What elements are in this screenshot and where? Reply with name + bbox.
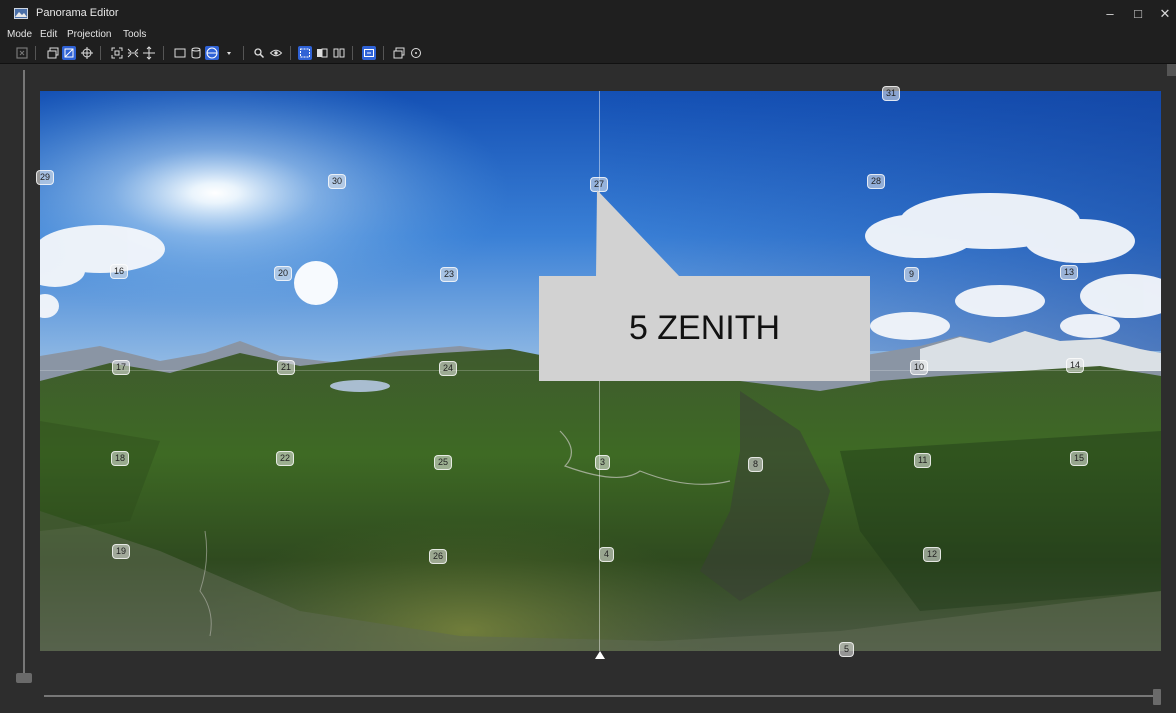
control-point[interactable]: 16	[110, 264, 129, 279]
control-point[interactable]: 20	[274, 266, 293, 281]
control-point[interactable]: 15	[1070, 451, 1089, 466]
control-point[interactable]: 11	[914, 453, 932, 468]
control-point[interactable]: 23	[440, 267, 459, 282]
menu-tools[interactable]: Tools	[123, 29, 146, 40]
window-title: Panorama Editor	[36, 7, 119, 19]
help-icon[interactable]	[409, 46, 423, 60]
center-marker-icon[interactable]	[595, 651, 605, 659]
app-icon	[14, 8, 28, 19]
control-point[interactable]: 24	[439, 361, 458, 376]
toolbar	[0, 43, 1176, 64]
maximize-button[interactable]: □	[1125, 4, 1151, 24]
book-icon[interactable]	[332, 46, 346, 60]
crop-icon[interactable]	[298, 46, 312, 60]
preview-icon[interactable]	[15, 46, 29, 60]
panorama-mode-icon[interactable]	[46, 46, 60, 60]
close-button[interactable]: ✕	[1152, 4, 1176, 24]
equirectangular-icon[interactable]	[205, 46, 219, 60]
toolbar-separator	[100, 46, 101, 60]
menu-bar: Mode Edit Projection Tools	[0, 28, 1176, 43]
menu-projection[interactable]: Projection	[67, 29, 111, 40]
toolbar-separator	[35, 46, 36, 60]
menu-mode[interactable]: Mode	[7, 29, 32, 40]
move-icon[interactable]	[80, 46, 94, 60]
toolbar-separator	[352, 46, 353, 60]
control-point[interactable]: 21	[277, 360, 296, 375]
control-point[interactable]: 19	[112, 544, 131, 559]
control-point[interactable]: 10	[910, 360, 929, 375]
vertical-fov-slider-handle[interactable]	[16, 673, 32, 683]
control-point[interactable]: 18	[111, 451, 130, 466]
fit-icon[interactable]	[110, 46, 124, 60]
projection-dropdown-icon[interactable]	[222, 46, 236, 60]
control-point[interactable]: 28	[867, 174, 886, 189]
control-point[interactable]: 25	[434, 455, 453, 470]
toolbar-separator	[290, 46, 291, 60]
callout-text: 5 ZENITH	[628, 309, 781, 347]
control-point[interactable]: 17	[112, 360, 131, 375]
scrollbar-corner	[1167, 64, 1176, 76]
zoom-icon[interactable]	[252, 46, 266, 60]
control-point[interactable]: 27	[590, 177, 609, 192]
toolbar-separator	[163, 46, 164, 60]
minimize-button[interactable]: –	[1097, 4, 1123, 24]
vertical-fov-slider-track[interactable]	[23, 70, 25, 674]
control-point[interactable]: 3	[595, 455, 610, 470]
center-icon[interactable]	[142, 46, 156, 60]
horizontal-fov-slider-track[interactable]	[44, 695, 1154, 697]
control-point[interactable]: 14	[1066, 358, 1085, 373]
control-point[interactable]: 31	[882, 86, 901, 101]
toolbar-separator	[383, 46, 384, 60]
overlay-icon[interactable]	[392, 46, 406, 60]
toolbar-separator	[243, 46, 244, 60]
identify-icon[interactable]	[315, 46, 329, 60]
cylindrical-icon[interactable]	[189, 46, 203, 60]
title-bar: Panorama Editor – □ ✕	[0, 0, 1176, 28]
control-point[interactable]: 22	[276, 451, 295, 466]
horizontal-fov-slider-handle[interactable]	[1153, 689, 1161, 705]
control-point[interactable]: 4	[599, 547, 614, 562]
rectilinear-icon[interactable]	[173, 46, 187, 60]
layout-mode-icon[interactable]	[62, 46, 76, 60]
control-point[interactable]: 26	[429, 549, 448, 564]
control-point[interactable]: 29	[36, 170, 55, 185]
control-points-icon[interactable]	[362, 46, 376, 60]
control-point[interactable]: 13	[1060, 265, 1079, 280]
control-point[interactable]: 8	[748, 457, 763, 472]
menu-edit[interactable]: Edit	[40, 29, 57, 40]
eye-icon[interactable]	[269, 46, 283, 60]
control-point[interactable]: 30	[328, 174, 347, 189]
control-point[interactable]: 12	[923, 547, 942, 562]
control-point[interactable]: 9	[904, 267, 919, 282]
control-point[interactable]: 5	[839, 642, 854, 657]
straighten-icon[interactable]	[126, 46, 140, 60]
